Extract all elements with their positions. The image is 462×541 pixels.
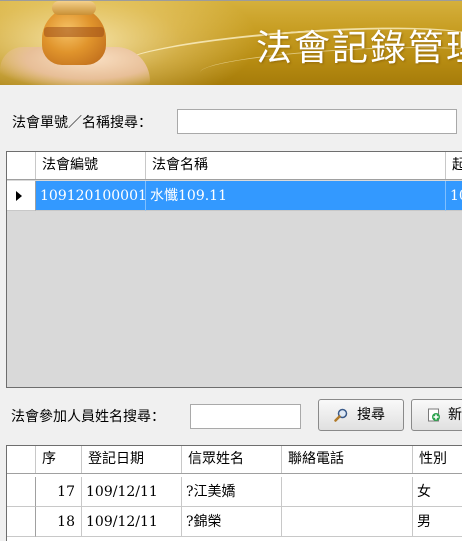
event-start-cell[interactable]: 10: [446, 181, 462, 211]
name-cell[interactable]: ?江美嬌: [182, 477, 282, 507]
event-search-label: 法會單號／名稱搜尋：: [12, 115, 152, 131]
add-document-icon: [428, 408, 440, 422]
banner-title: 法會記錄管理: [256, 28, 462, 69]
event-name-cell[interactable]: 水懺109.11: [146, 181, 446, 211]
gender-cell[interactable]: 男: [413, 507, 462, 537]
events-grid-header: 法會編號 法會名稱 起: [7, 152, 462, 180]
row-header[interactable]: [7, 181, 36, 211]
participants-grid-header: 序 登記日期 信眾姓名 聯絡電話 性別: [7, 446, 462, 474]
participants-col-date[interactable]: 登記日期: [82, 446, 182, 473]
participant-search-label: 法會參加人員姓名搜尋：: [11, 409, 165, 425]
phone-cell[interactable]: [282, 477, 413, 507]
date-cell[interactable]: 109/12/11: [82, 477, 182, 507]
seq-cell[interactable]: 18: [36, 507, 82, 537]
urn-lid: [52, 1, 96, 15]
events-col-start[interactable]: 起: [446, 152, 462, 179]
magnifier-icon: [334, 408, 348, 422]
header-banner: 法會記錄管理: [0, 1, 462, 85]
events-grid[interactable]: 法會編號 法會名稱 起 109120100001 水懺109.11 10: [6, 151, 462, 388]
date-cell[interactable]: 109/12/11: [82, 507, 182, 537]
events-col-id[interactable]: 法會編號: [36, 152, 146, 179]
table-row[interactable]: 109120100001 水懺109.11 10: [7, 181, 462, 211]
participants-col-gender[interactable]: 性別: [413, 446, 462, 473]
event-id-cell[interactable]: 109120100001: [36, 181, 146, 211]
table-row[interactable]: 18 109/12/11 ?錦榮 男: [7, 507, 462, 537]
seq-cell[interactable]: 17: [36, 477, 82, 507]
row-header[interactable]: [7, 507, 36, 537]
participants-col-rowheader: [7, 446, 36, 473]
phone-cell[interactable]: [282, 507, 413, 537]
event-search-input[interactable]: [177, 109, 457, 134]
participants-col-seq[interactable]: 序: [36, 446, 82, 473]
current-row-arrow-icon: [16, 191, 22, 201]
participants-col-name[interactable]: 信眾姓名: [182, 446, 282, 473]
participant-search-input[interactable]: [190, 404, 301, 429]
gender-cell[interactable]: 女: [413, 477, 462, 507]
row-header[interactable]: [7, 477, 36, 507]
events-col-name[interactable]: 法會名稱: [146, 152, 446, 179]
participants-grid[interactable]: 序 登記日期 信眾姓名 聯絡電話 性別 17 109/12/11 ?江美嬌 女 …: [6, 445, 462, 541]
search-button[interactable]: 搜尋: [318, 399, 404, 431]
new-button[interactable]: 新: [411, 399, 462, 431]
urn-band: [44, 27, 104, 37]
window: 法會記錄管理 法會單號／名稱搜尋： 法會編號 法會名稱 起 1091201000…: [0, 0, 462, 541]
search-button-label: 搜尋: [357, 407, 385, 423]
name-cell[interactable]: ?錦榮: [182, 507, 282, 537]
participants-col-phone[interactable]: 聯絡電話: [282, 446, 413, 473]
table-row[interactable]: 17 109/12/11 ?江美嬌 女: [7, 477, 462, 507]
new-button-label: 新: [448, 407, 462, 423]
events-col-rowheader: [7, 152, 36, 179]
